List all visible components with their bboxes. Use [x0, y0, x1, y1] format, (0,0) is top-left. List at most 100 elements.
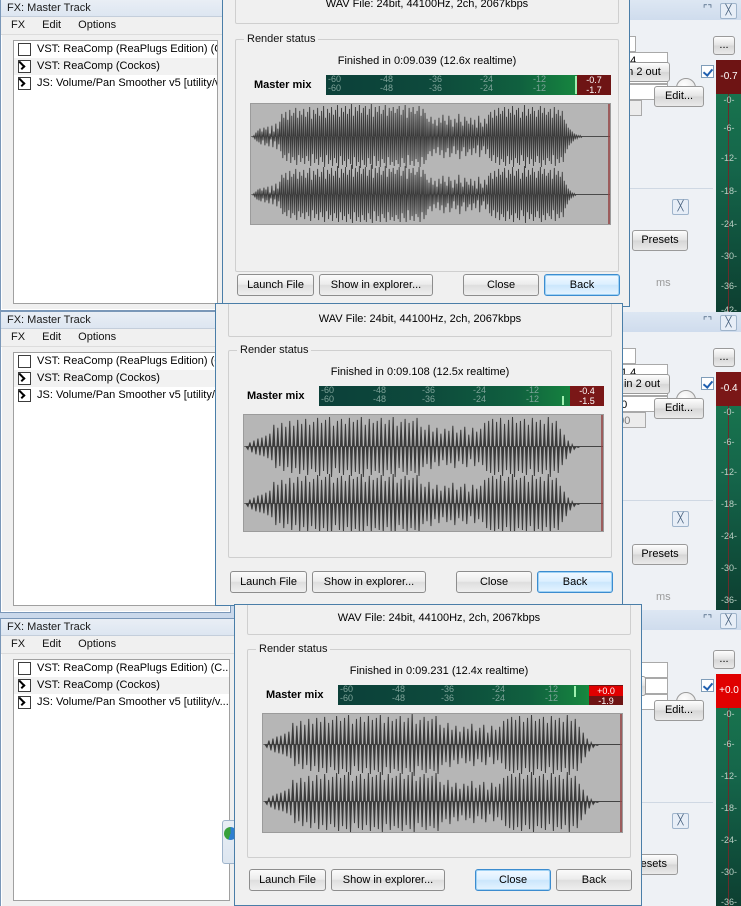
- plugin-enable-checkbox[interactable]: [18, 43, 31, 56]
- enable-checkbox-3[interactable]: [701, 679, 714, 692]
- menu-fx[interactable]: FX: [11, 17, 25, 34]
- vu-tick: -18-: [720, 186, 737, 196]
- master-mix-label-1: Master mix: [254, 79, 312, 91]
- render-waveform-2: [243, 414, 604, 532]
- fx-plugin-list-3[interactable]: VST: ReaComp (ReaPlugs Edition) (C... VS…: [13, 659, 230, 901]
- menu-edit[interactable]: Edit: [42, 329, 61, 346]
- vu-tick: -36-: [720, 595, 737, 605]
- fx-master-track-window-2: FX: Master Track FX Edit Options VST: Re…: [0, 311, 231, 613]
- file-info-label-3: WAV File: 24bit, 44100Hz, 2ch, 2067kbps: [337, 612, 541, 624]
- close-icon[interactable]: ╳: [672, 199, 689, 215]
- meter-tick: -12: [545, 693, 559, 703]
- enable-checkbox-1[interactable]: [701, 65, 714, 78]
- menu-options[interactable]: Options: [78, 329, 116, 346]
- list-item[interactable]: JS: Volume/Pan Smoother v5 [utility/v...: [14, 694, 229, 711]
- render-dialog-1: WAV File: 24bit, 44100Hz, 2ch, 2067kbps …: [222, 0, 630, 307]
- close-icon[interactable]: ╳: [672, 511, 689, 527]
- meter-tick: -60: [340, 693, 354, 703]
- menu-fx[interactable]: FX: [11, 329, 25, 346]
- back-button-3[interactable]: Back: [556, 869, 632, 891]
- plugin-label: VST: ReaComp (Cockos): [37, 372, 160, 384]
- peak-bottom-value-2: -1.5: [579, 396, 595, 406]
- enable-checkbox-2[interactable]: [701, 377, 714, 390]
- launch-file-button-3[interactable]: Launch File: [249, 869, 326, 891]
- close-icon[interactable]: ╳: [672, 813, 689, 829]
- list-item[interactable]: JS: Volume/Pan Smoother v5 [utility/v...: [14, 387, 217, 404]
- show-in-explorer-button-2[interactable]: Show in explorer...: [312, 571, 426, 593]
- edit-button-1[interactable]: Edit...: [654, 86, 704, 107]
- presets-button-1[interactable]: Presets: [632, 230, 688, 251]
- master-vu-meter-2: -0.4 -0- -6- -12- -18- -24- -30- -36-: [716, 372, 741, 610]
- menu-edit[interactable]: Edit: [42, 636, 61, 653]
- waveform-svg-3: [263, 714, 622, 832]
- meter-fill-1: [326, 75, 594, 95]
- render-status-group-3: Render status Finished in 0:09.231 (12.4…: [247, 643, 631, 858]
- fx-menubar-1: FX Edit Options: [1, 17, 230, 35]
- close-icon[interactable]: ╳: [720, 3, 737, 19]
- plugin-enable-checkbox[interactable]: [18, 662, 31, 675]
- list-item[interactable]: VST: ReaComp (Cockos): [14, 677, 229, 694]
- plugin-label: JS: Volume/Pan Smoother v5 [utility/v...: [37, 389, 217, 401]
- fx-plugin-list-1[interactable]: VST: ReaComp (ReaPlugs Edition) (C... VS…: [13, 40, 218, 304]
- edit-button-2[interactable]: Edit...: [654, 398, 704, 419]
- plugin-enable-checkbox[interactable]: [18, 679, 31, 692]
- browse-button-3[interactable]: ...: [713, 650, 735, 669]
- edit-button-3[interactable]: Edit...: [654, 700, 704, 721]
- menu-fx[interactable]: FX: [11, 636, 25, 653]
- vu-tick: -0-: [723, 95, 735, 105]
- vu-tick: -24-: [720, 531, 737, 541]
- plugin-enable-checkbox[interactable]: [18, 389, 31, 402]
- plugin-enable-checkbox[interactable]: [18, 60, 31, 73]
- pin-icon[interactable]: ⌜⌝: [700, 613, 715, 627]
- list-item[interactable]: VST: ReaComp (ReaPlugs Edition) (C...: [14, 353, 217, 370]
- menu-options[interactable]: Options: [78, 636, 116, 653]
- meter-tick: -60: [328, 83, 342, 93]
- plugin-enable-checkbox[interactable]: [18, 355, 31, 368]
- file-info-label-1: WAV File: 24bit, 44100Hz, 2ch, 2067kbps: [325, 0, 529, 10]
- menu-edit[interactable]: Edit: [42, 17, 61, 34]
- launch-file-button-2[interactable]: Launch File: [230, 571, 307, 593]
- list-item[interactable]: JS: Volume/Pan Smoother v5 [utility/v...: [14, 75, 217, 92]
- fx-master-track-window-1: FX: Master Track FX Edit Options VST: Re…: [0, 0, 231, 311]
- browse-button-1[interactable]: ...: [713, 36, 735, 55]
- pin-icon[interactable]: ⌜⌝: [700, 3, 715, 17]
- list-item[interactable]: VST: ReaComp (ReaPlugs Edition) (C...: [14, 41, 217, 58]
- list-item[interactable]: VST: ReaComp (Cockos): [14, 370, 217, 387]
- output-file-group-2: WAV File: 24bit, 44100Hz, 2ch, 2067kbps: [228, 304, 612, 337]
- presets-button-2[interactable]: Presets: [632, 544, 688, 565]
- fx-plugin-list-2[interactable]: VST: ReaComp (ReaPlugs Edition) (C... VS…: [13, 352, 218, 606]
- pin-icon[interactable]: ⌜⌝: [700, 315, 715, 329]
- list-item[interactable]: VST: ReaComp (ReaPlugs Edition) (C...: [14, 660, 229, 677]
- finished-text-2: Finished in 0:09.108 (12.5x realtime): [330, 366, 510, 378]
- plugin-enable-checkbox[interactable]: [18, 77, 31, 90]
- fx-menubar-2: FX Edit Options: [1, 329, 230, 347]
- list-item[interactable]: VST: ReaComp (Cockos): [14, 58, 217, 75]
- render-waveform-3: [262, 713, 623, 833]
- menu-options[interactable]: Options: [78, 17, 116, 34]
- meter-tick: -36: [441, 693, 455, 703]
- meter-tick: -12: [526, 394, 540, 404]
- close-icon[interactable]: ╳: [720, 315, 737, 331]
- show-in-explorer-button-1[interactable]: Show in explorer...: [319, 274, 433, 296]
- launch-file-button-1[interactable]: Launch File: [237, 274, 314, 296]
- meter-peak-readout-1: -0.7 -1.7: [577, 75, 611, 95]
- plugin-label: VST: ReaComp (Cockos): [37, 60, 160, 72]
- back-button-2[interactable]: Back: [537, 571, 613, 593]
- browse-button-2[interactable]: ...: [713, 348, 735, 367]
- plugin-enable-checkbox[interactable]: [18, 372, 31, 385]
- vu-tick: -12-: [720, 467, 737, 477]
- close-icon[interactable]: ╳: [720, 613, 737, 629]
- plugin-label: VST: ReaComp (ReaPlugs Edition) (C...: [37, 355, 217, 367]
- vu-tick: -6-: [723, 437, 735, 447]
- show-in-explorer-button-3[interactable]: Show in explorer...: [331, 869, 445, 891]
- close-button-3[interactable]: Close: [475, 869, 551, 891]
- back-button-1[interactable]: Back: [544, 274, 620, 296]
- plugin-enable-checkbox[interactable]: [18, 696, 31, 709]
- master-mix-label-3: Master mix: [266, 689, 324, 701]
- peak-top-value-1: -0.7: [586, 75, 602, 85]
- plugin-label: VST: ReaComp (ReaPlugs Edition) (C...: [37, 43, 217, 55]
- close-button-1[interactable]: Close: [463, 274, 539, 296]
- close-button-2[interactable]: Close: [456, 571, 532, 593]
- meter-peak-marker-3: [574, 686, 576, 697]
- peak-bottom-value-3: -1.9: [598, 696, 614, 706]
